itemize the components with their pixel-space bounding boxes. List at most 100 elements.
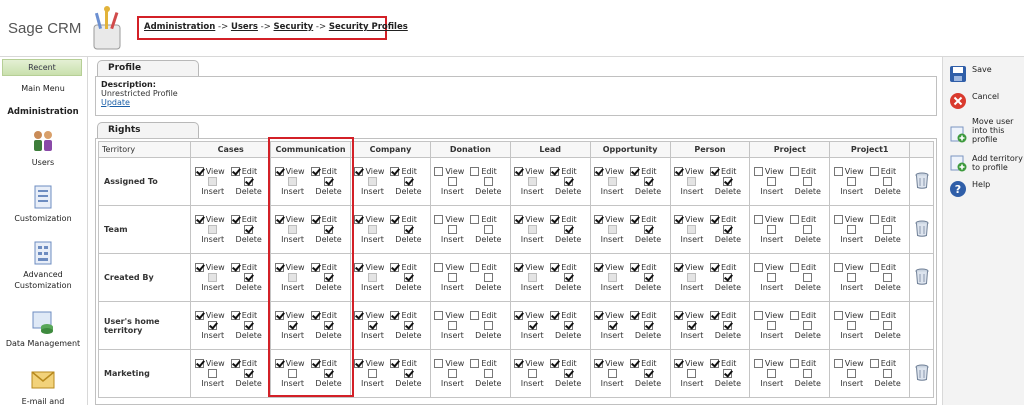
move-user-button[interactable]: Move user into this profile (949, 117, 1024, 144)
delete-checkbox[interactable] (883, 177, 893, 186)
insert-checkbox[interactable] (527, 321, 537, 330)
edit-checkbox[interactable] (869, 167, 879, 176)
edit-checkbox[interactable] (310, 167, 320, 176)
sidebar-item-advanced-customization[interactable]: Advanced Customization (0, 241, 86, 291)
delete-checkbox[interactable] (244, 177, 254, 186)
edit-checkbox[interactable] (390, 359, 400, 368)
view-checkbox[interactable] (753, 167, 763, 176)
view-checkbox[interactable] (833, 167, 843, 176)
edit-checkbox[interactable] (310, 359, 320, 368)
insert-checkbox[interactable] (447, 369, 457, 378)
delete-checkbox[interactable] (483, 273, 493, 282)
trash-icon[interactable] (915, 220, 929, 237)
cancel-button[interactable]: Cancel (949, 92, 1024, 110)
edit-checkbox[interactable] (230, 167, 240, 176)
view-checkbox[interactable] (753, 311, 763, 320)
delete-checkbox[interactable] (563, 225, 573, 234)
edit-checkbox[interactable] (709, 263, 719, 272)
insert-checkbox[interactable] (447, 225, 457, 234)
delete-checkbox[interactable] (563, 321, 573, 330)
insert-checkbox[interactable] (767, 369, 777, 378)
delete-checkbox[interactable] (483, 369, 493, 378)
view-checkbox[interactable] (673, 167, 683, 176)
view-checkbox[interactable] (354, 215, 364, 224)
edit-checkbox[interactable] (550, 311, 560, 320)
insert-checkbox[interactable] (607, 369, 617, 378)
delete-checkbox[interactable] (403, 225, 413, 234)
delete-checkbox[interactable] (803, 225, 813, 234)
insert-checkbox[interactable] (767, 273, 777, 282)
insert-checkbox[interactable] (208, 369, 218, 378)
delete-checkbox[interactable] (563, 273, 573, 282)
view-checkbox[interactable] (274, 359, 284, 368)
edit-checkbox[interactable] (630, 167, 640, 176)
delete-checkbox[interactable] (883, 369, 893, 378)
trash-icon[interactable] (915, 268, 929, 285)
delete-checkbox[interactable] (723, 369, 733, 378)
profile-tab[interactable]: Profile (97, 60, 199, 76)
edit-checkbox[interactable] (310, 263, 320, 272)
delete-checkbox[interactable] (324, 225, 334, 234)
view-checkbox[interactable] (274, 263, 284, 272)
delete-checkbox[interactable] (324, 369, 334, 378)
insert-checkbox[interactable] (687, 369, 697, 378)
sidebar-item-customization[interactable]: Customization (0, 185, 86, 224)
delete-checkbox[interactable] (403, 177, 413, 186)
edit-checkbox[interactable] (470, 263, 480, 272)
view-checkbox[interactable] (594, 359, 604, 368)
breadcrumb-administration[interactable]: Administration (144, 22, 215, 32)
edit-checkbox[interactable] (390, 263, 400, 272)
edit-checkbox[interactable] (230, 263, 240, 272)
delete-checkbox[interactable] (643, 321, 653, 330)
delete-checkbox[interactable] (643, 225, 653, 234)
edit-checkbox[interactable] (630, 359, 640, 368)
delete-checkbox[interactable] (643, 177, 653, 186)
view-checkbox[interactable] (594, 215, 604, 224)
edit-checkbox[interactable] (869, 263, 879, 272)
recent-button[interactable]: Recent (2, 59, 82, 76)
delete-checkbox[interactable] (324, 177, 334, 186)
view-checkbox[interactable] (594, 311, 604, 320)
view-checkbox[interactable] (833, 311, 843, 320)
insert-checkbox[interactable] (367, 369, 377, 378)
edit-checkbox[interactable] (230, 215, 240, 224)
edit-checkbox[interactable] (470, 359, 480, 368)
insert-checkbox[interactable] (767, 225, 777, 234)
view-checkbox[interactable] (194, 167, 204, 176)
delete-checkbox[interactable] (403, 369, 413, 378)
insert-checkbox[interactable] (447, 273, 457, 282)
view-checkbox[interactable] (354, 167, 364, 176)
insert-checkbox[interactable] (288, 321, 298, 330)
delete-checkbox[interactable] (563, 369, 573, 378)
view-checkbox[interactable] (833, 359, 843, 368)
delete-checkbox[interactable] (403, 273, 413, 282)
delete-checkbox[interactable] (643, 369, 653, 378)
edit-checkbox[interactable] (550, 215, 560, 224)
edit-checkbox[interactable] (709, 167, 719, 176)
edit-checkbox[interactable] (230, 311, 240, 320)
edit-checkbox[interactable] (470, 311, 480, 320)
update-link[interactable]: Update (101, 98, 931, 107)
insert-checkbox[interactable] (367, 321, 377, 330)
view-checkbox[interactable] (434, 311, 444, 320)
edit-checkbox[interactable] (869, 311, 879, 320)
rights-tab[interactable]: Rights (97, 122, 199, 138)
insert-checkbox[interactable] (527, 369, 537, 378)
insert-checkbox[interactable] (447, 321, 457, 330)
insert-checkbox[interactable] (847, 225, 857, 234)
view-checkbox[interactable] (833, 263, 843, 272)
help-button[interactable]: ? Help (949, 180, 1024, 198)
insert-checkbox[interactable] (208, 321, 218, 330)
delete-checkbox[interactable] (483, 177, 493, 186)
delete-checkbox[interactable] (723, 177, 733, 186)
view-checkbox[interactable] (434, 263, 444, 272)
view-checkbox[interactable] (434, 215, 444, 224)
delete-checkbox[interactable] (723, 273, 733, 282)
breadcrumb-users[interactable]: Users (231, 22, 258, 32)
insert-checkbox[interactable] (687, 321, 697, 330)
edit-checkbox[interactable] (230, 359, 240, 368)
edit-checkbox[interactable] (310, 215, 320, 224)
insert-checkbox[interactable] (767, 321, 777, 330)
edit-checkbox[interactable] (789, 215, 799, 224)
view-checkbox[interactable] (753, 359, 763, 368)
